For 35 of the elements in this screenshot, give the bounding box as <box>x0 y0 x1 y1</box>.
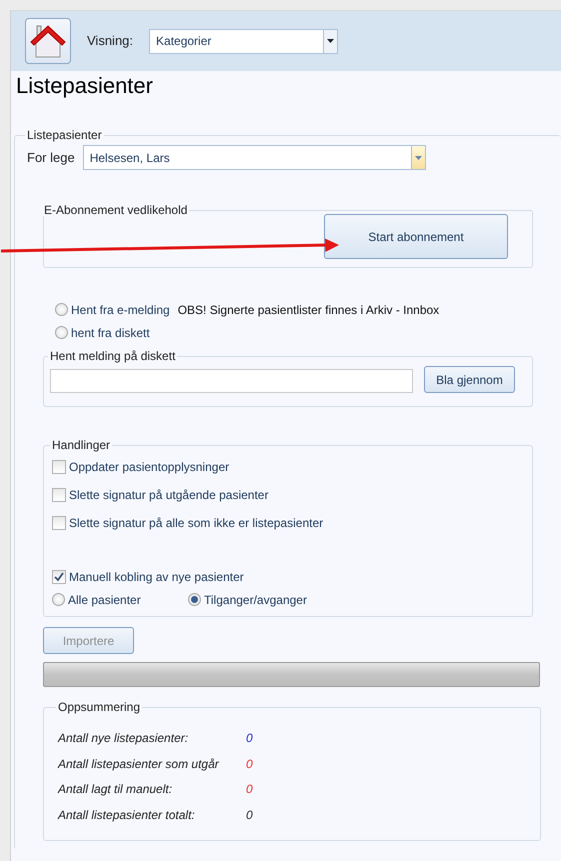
group-title: Oppsummering <box>57 701 142 714</box>
doctor-dropdown[interactable]: Helsesen, Lars <box>82 145 426 170</box>
checkbox-option[interactable]: Manuell kobling av nye pasienter <box>52 565 524 588</box>
view-label: Visning: <box>87 32 134 50</box>
summary-value: 0 <box>246 730 253 748</box>
summary-value: 0 <box>246 756 253 773</box>
summary-value: 0 <box>246 781 253 798</box>
caret-icon <box>414 156 422 160</box>
file-path-field[interactable] <box>50 368 413 393</box>
caret-icon <box>327 39 334 43</box>
summary-label: Antall listepasienter totalt: <box>58 806 196 824</box>
summary-label: Antall nye listepasienter: <box>58 730 190 748</box>
house-icon <box>29 23 67 59</box>
radio-option[interactable]: Alle pasienter <box>52 588 188 612</box>
browse-button[interactable]: Bla gjennom <box>424 366 515 394</box>
doctor-label: For lege <box>27 149 75 168</box>
notice-text: OBS! Signerte pasientlister finnes i Arkiv - Innbox <box>178 302 440 319</box>
radio-option[interactable]: hent fra diskett <box>55 321 533 344</box>
group-title: Hent melding på diskett <box>49 350 176 362</box>
radio-option[interactable]: Hent fra e-melding <box>55 298 170 322</box>
home-button[interactable] <box>25 18 71 64</box>
radio-option[interactable]: Tilganger/avganger <box>188 588 307 612</box>
page-title: Listepasienter <box>16 73 154 100</box>
check-icon <box>54 572 64 582</box>
summary-label: Antall listepasienter som utgår <box>58 756 220 773</box>
checkbox-option[interactable]: Slette signatur på utgående pasienter <box>52 481 524 510</box>
summary-label: Antall lagt til manuelt: <box>58 781 174 798</box>
checkbox-option[interactable]: Slette signatur på alle som ikke er listepasienter <box>52 509 524 538</box>
summary-value: 0 <box>246 806 253 824</box>
group-title: Listepasienter <box>26 129 103 142</box>
start-subscription-button[interactable]: Start abonnement <box>324 214 508 260</box>
group-title: Handlinger <box>51 439 112 452</box>
view-dropdown[interactable]: Kategorier <box>149 28 338 54</box>
checkbox-option[interactable]: Oppdater pasientopplysninger <box>52 453 524 482</box>
group-title: E-Abonnement vedlikehold <box>43 204 188 216</box>
